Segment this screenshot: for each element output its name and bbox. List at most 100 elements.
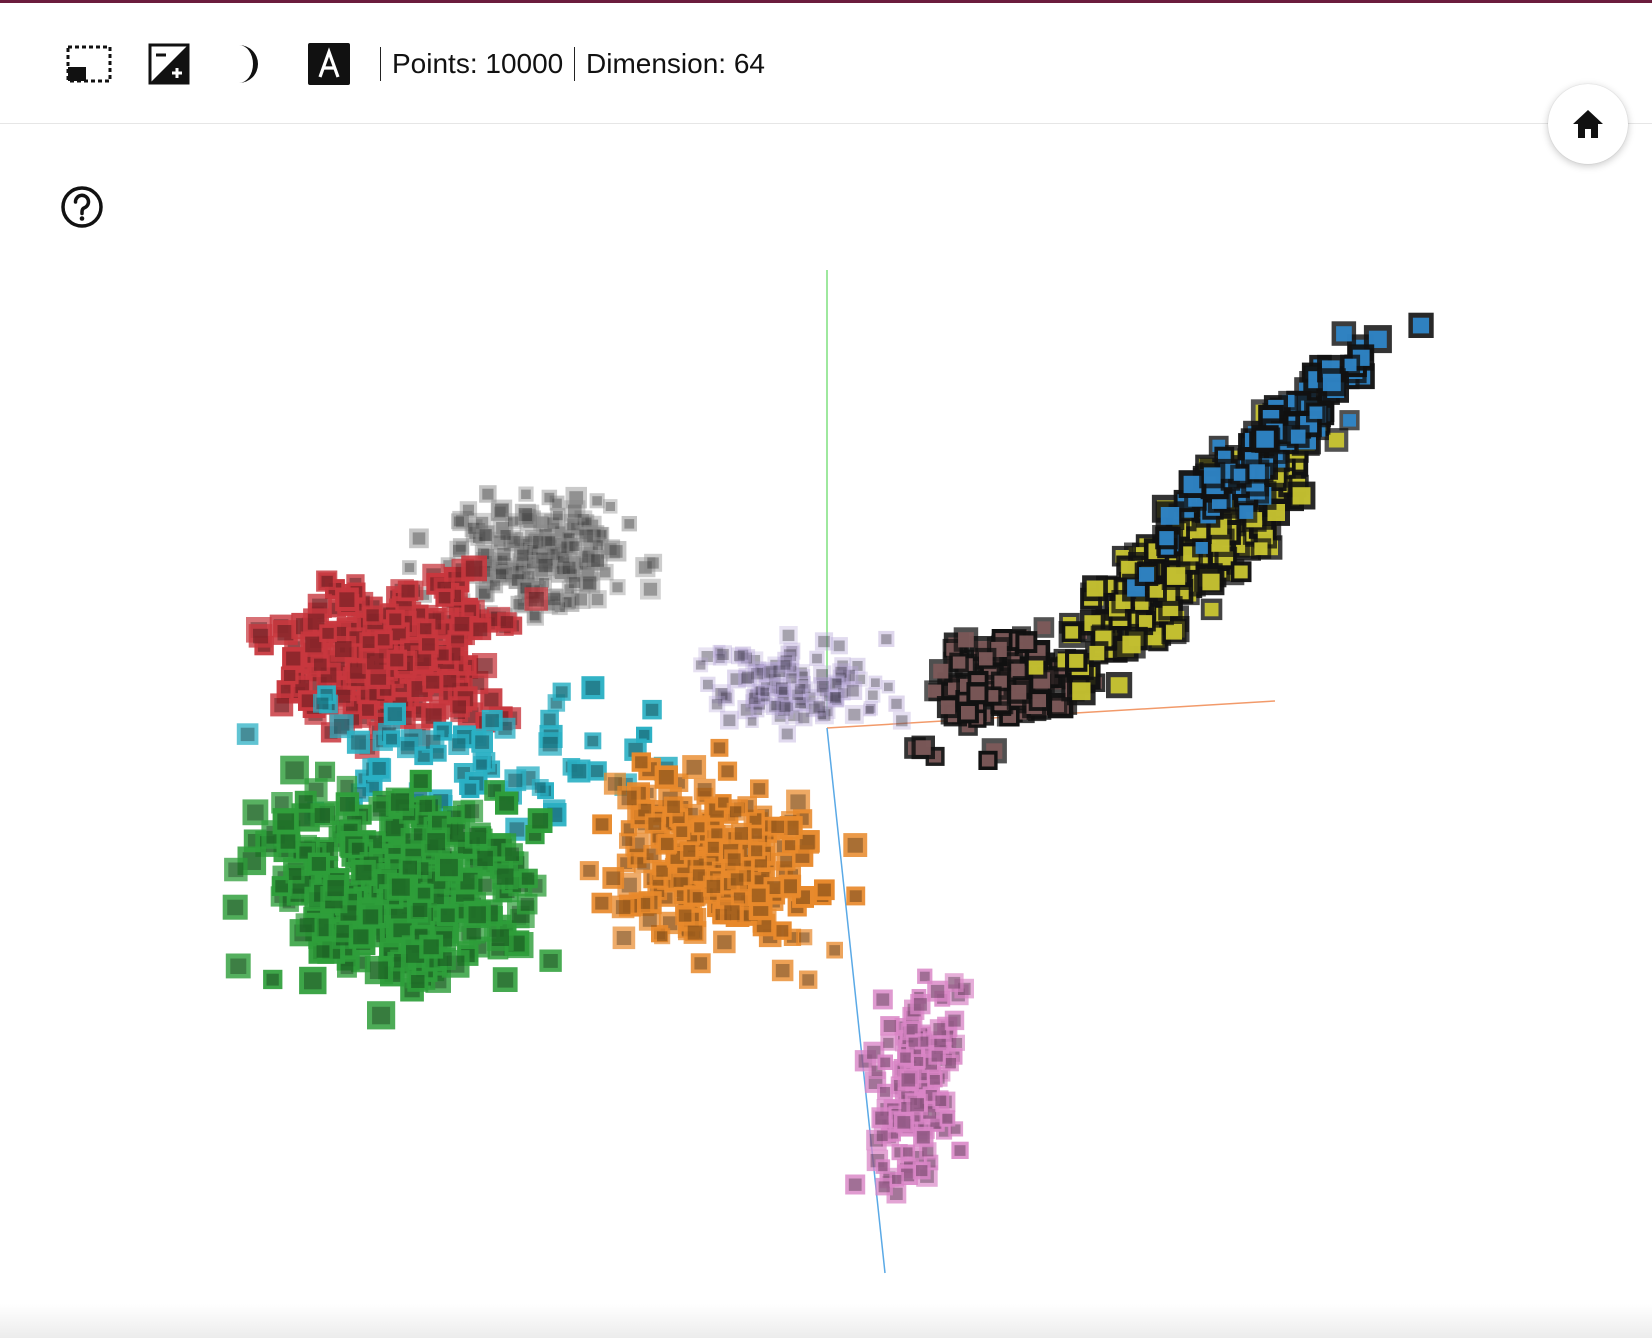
point-thumbnail-glyph <box>538 558 553 573</box>
point-thumbnail-glyph <box>452 738 466 752</box>
point-thumbnail-glyph <box>1254 542 1268 556</box>
point-thumbnail-glyph <box>247 804 264 821</box>
point-thumbnail-glyph <box>643 582 658 596</box>
point-thumbnail-glyph <box>1249 464 1265 480</box>
point-thumbnail-glyph <box>468 906 486 924</box>
point-thumbnail-glyph <box>240 727 255 742</box>
point-thumbnail-glyph <box>438 592 451 604</box>
point-thumbnail-glyph <box>1139 567 1155 582</box>
points-count: Points: 10000 <box>392 48 564 79</box>
point-thumbnail-glyph <box>695 660 706 670</box>
point-thumbnail-glyph <box>266 973 279 986</box>
point-thumbnail-glyph <box>639 729 650 740</box>
point-thumbnail-glyph <box>958 632 974 648</box>
point-thumbnail-glyph <box>491 929 509 946</box>
point-thumbnail-glyph <box>529 610 540 621</box>
point-thumbnail-glyph <box>476 658 493 674</box>
point-thumbnail-glyph <box>284 670 296 681</box>
point-thumbnail-glyph <box>543 954 558 968</box>
text-label-icon[interactable] <box>306 41 352 87</box>
point-thumbnail-glyph <box>316 697 329 710</box>
point-thumbnail-glyph <box>595 818 609 831</box>
exposure-icon[interactable] <box>146 41 192 87</box>
point-thumbnail-glyph <box>751 845 763 857</box>
dimension-count: Dimension: 64 <box>586 48 765 79</box>
point-thumbnail-glyph <box>829 692 841 703</box>
point-thumbnail-glyph <box>314 808 330 823</box>
point-thumbnail-glyph <box>544 492 555 503</box>
point-thumbnail-glyph <box>275 796 289 810</box>
point-thumbnail-glyph <box>591 554 604 567</box>
point-thumbnail-glyph <box>288 868 302 880</box>
point-thumbnail-glyph <box>542 736 558 752</box>
point-thumbnail-glyph <box>760 687 769 697</box>
point-thumbnail-glyph <box>829 945 840 956</box>
point-thumbnail-glyph <box>1019 635 1034 650</box>
point-thumbnail-glyph <box>1322 373 1341 392</box>
point-thumbnail-glyph <box>571 764 587 779</box>
point-thumbnail-glyph <box>880 1057 891 1068</box>
point-thumbnail-glyph <box>645 703 659 716</box>
point-thumbnail-glyph <box>1089 645 1105 661</box>
point-thumbnail-glyph <box>465 560 483 577</box>
point-thumbnail-glyph <box>922 1145 934 1157</box>
point-thumbnail-glyph <box>362 704 374 716</box>
point-thumbnail-glyph <box>440 908 455 923</box>
point-thumbnail-glyph <box>497 547 511 561</box>
toolbar: Points: 10000 Dimension: 64 <box>0 3 1652 124</box>
point-thumbnail-glyph <box>443 675 457 688</box>
point-thumbnail-glyph <box>377 634 390 646</box>
point-thumbnail-glyph <box>426 675 440 689</box>
point-thumbnail-glyph <box>351 735 366 750</box>
point-thumbnail-glyph <box>881 634 892 645</box>
point-thumbnail-glyph <box>1011 663 1026 678</box>
point-thumbnail-glyph <box>440 858 458 877</box>
point-thumbnail-glyph <box>453 516 464 527</box>
point-thumbnail-glyph <box>417 887 431 900</box>
point-thumbnail-glyph <box>876 993 890 1006</box>
point-thumbnail-glyph <box>876 1130 888 1142</box>
point-thumbnail-glyph <box>747 717 757 726</box>
point-thumbnail-glyph <box>657 931 668 942</box>
point-thumbnail-glyph <box>496 569 507 579</box>
point-thumbnail-glyph <box>782 879 797 894</box>
point-thumbnail-glyph <box>230 958 247 974</box>
point-thumbnail-glyph <box>621 790 637 806</box>
point-thumbnail-glyph <box>658 770 674 785</box>
point-thumbnail-glyph <box>914 1057 924 1066</box>
point-thumbnail-glyph <box>648 817 662 830</box>
point-thumbnail-glyph <box>587 735 599 747</box>
point-thumbnail-glyph <box>751 828 762 839</box>
point-thumbnail-glyph <box>896 715 908 727</box>
point-thumbnail-glyph <box>413 774 428 788</box>
point-thumbnail-glyph <box>697 783 712 797</box>
point-thumbnail-glyph <box>1183 475 1202 494</box>
point-thumbnail-glyph <box>734 650 745 662</box>
moon-icon[interactable] <box>226 41 272 87</box>
point-thumbnail-glyph <box>464 804 480 819</box>
point-thumbnail-glyph <box>1256 430 1274 448</box>
point-thumbnail-glyph <box>713 742 726 754</box>
point-thumbnail-glyph <box>779 701 791 713</box>
point-thumbnail-glyph <box>517 549 529 561</box>
selection-rect-icon[interactable] <box>66 41 112 87</box>
point-thumbnail-glyph <box>339 797 355 812</box>
point-thumbnail-glyph <box>723 714 736 727</box>
point-thumbnail-glyph <box>497 972 514 988</box>
point-thumbnail-glyph <box>505 847 519 861</box>
divider <box>380 47 381 81</box>
point-thumbnail-glyph <box>340 779 354 793</box>
point-thumbnail-glyph <box>616 931 632 945</box>
point-thumbnail-glyph <box>727 853 741 866</box>
scatter-plot-3d[interactable] <box>0 125 1652 1315</box>
divider <box>574 47 575 81</box>
point-thumbnail-glyph <box>1160 507 1180 525</box>
point-thumbnail-glyph <box>687 925 703 940</box>
point-thumbnail-glyph <box>813 701 826 713</box>
point-thumbnail-glyph <box>686 759 702 775</box>
point-thumbnail-glyph <box>585 680 601 695</box>
point-thumbnail-glyph <box>751 888 766 903</box>
point-thumbnail-glyph <box>1072 682 1091 701</box>
point-thumbnail-glyph <box>916 1165 928 1177</box>
point-thumbnail-glyph <box>362 636 375 649</box>
